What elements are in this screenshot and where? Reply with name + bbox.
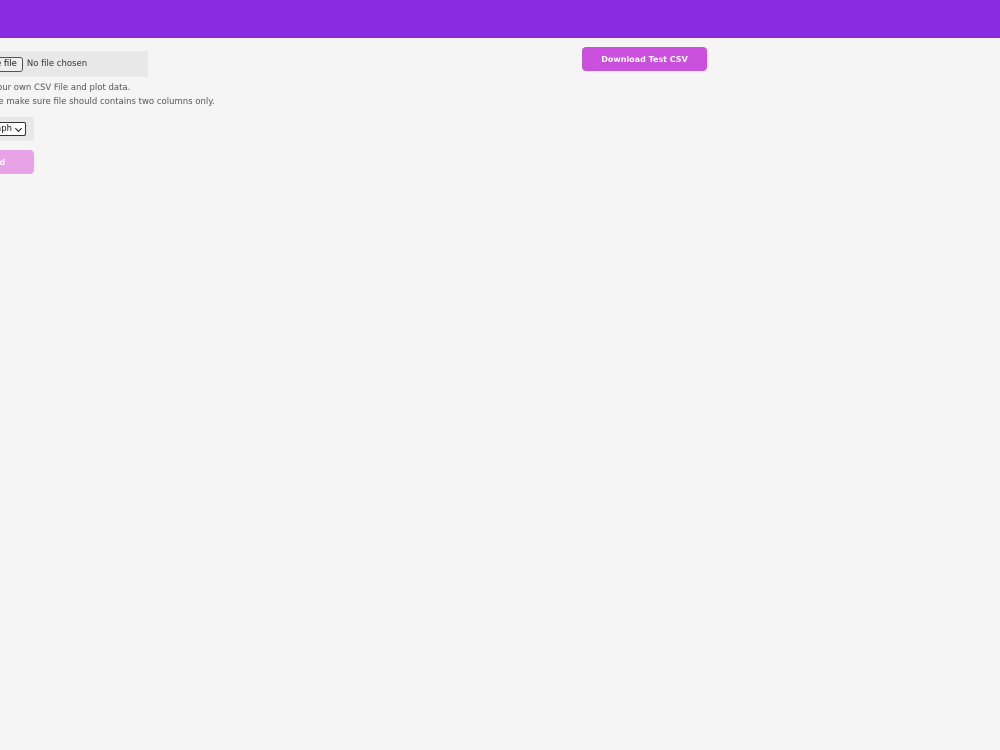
upload-button[interactable]: ad xyxy=(0,150,34,174)
choose-file-button[interactable]: e file xyxy=(0,56,23,72)
file-input-container: e file No file chosen xyxy=(0,51,148,77)
upload-button-label: ad xyxy=(0,157,6,167)
file-status-text: No file chosen xyxy=(26,59,88,69)
help-text-line-1: our own CSV File and plot data. xyxy=(0,83,131,93)
top-bar xyxy=(0,0,1000,38)
download-test-csv-button[interactable]: Download Test CSV xyxy=(582,47,707,71)
graph-type-select[interactable]: aph xyxy=(0,122,26,136)
main-content: e file No file chosen our own CSV File a… xyxy=(0,38,1000,750)
graph-select-container: aph xyxy=(0,117,34,141)
help-text-line-2: se make sure file should contains two co… xyxy=(0,97,215,107)
graph-select-value: aph xyxy=(0,124,12,134)
chevron-down-icon xyxy=(14,124,23,132)
